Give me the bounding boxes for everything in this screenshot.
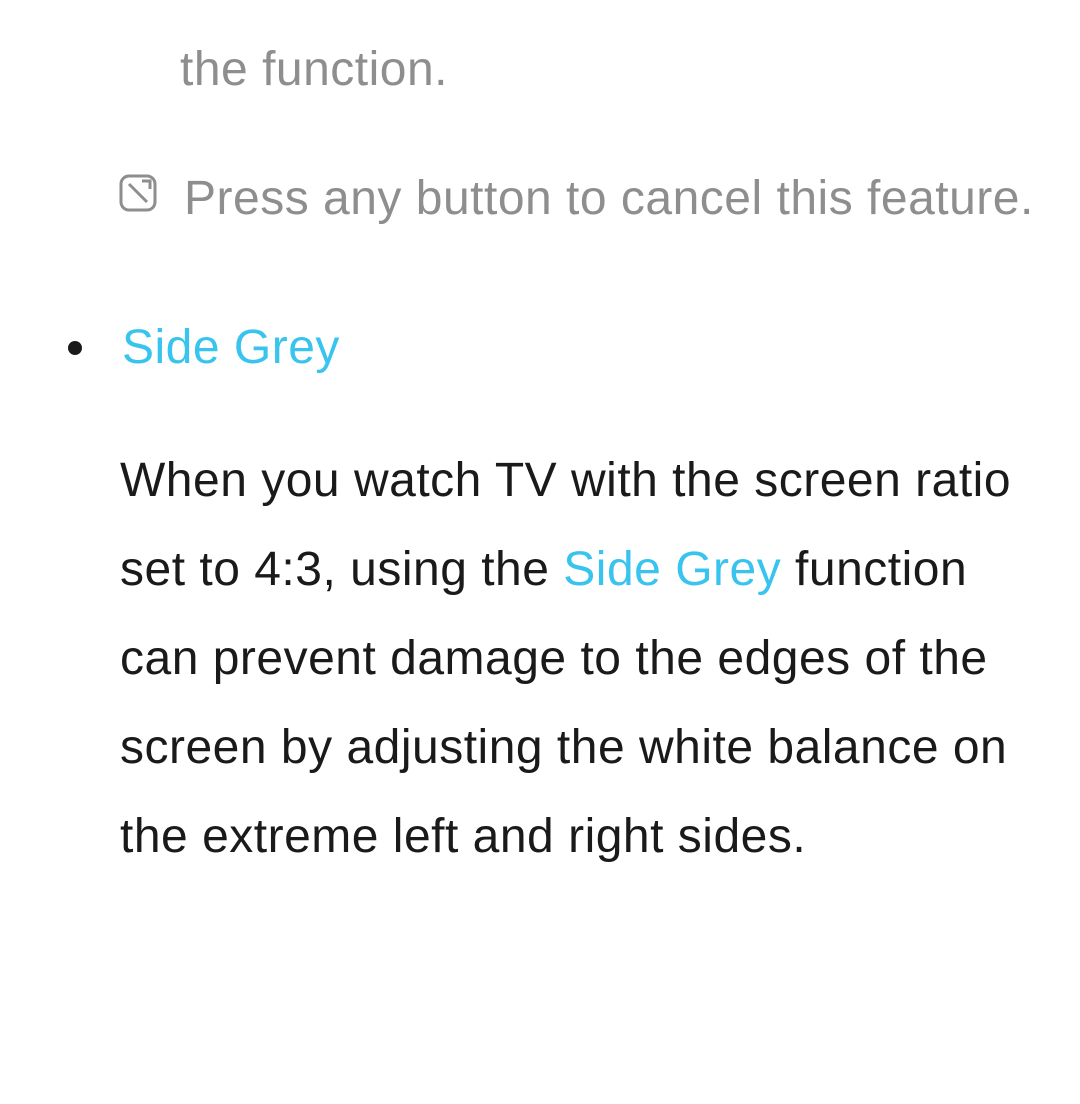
body-term: Side Grey	[563, 543, 781, 596]
bullet-dot-icon	[68, 341, 82, 355]
body-paragraph: When you watch TV with the screen ratio …	[120, 437, 1040, 881]
note-text: Press any button to cancel this feature.	[184, 155, 1040, 244]
note-block: Press any button to cancel this feature.	[118, 155, 1040, 244]
note-icon	[118, 155, 158, 213]
bullet-item: Side Grey	[68, 304, 1040, 393]
manual-page: the function. Press any button to cancel…	[0, 0, 1080, 1104]
fragment-tail-text: the function.	[180, 26, 1040, 115]
bullet-heading: Side Grey	[122, 304, 340, 393]
